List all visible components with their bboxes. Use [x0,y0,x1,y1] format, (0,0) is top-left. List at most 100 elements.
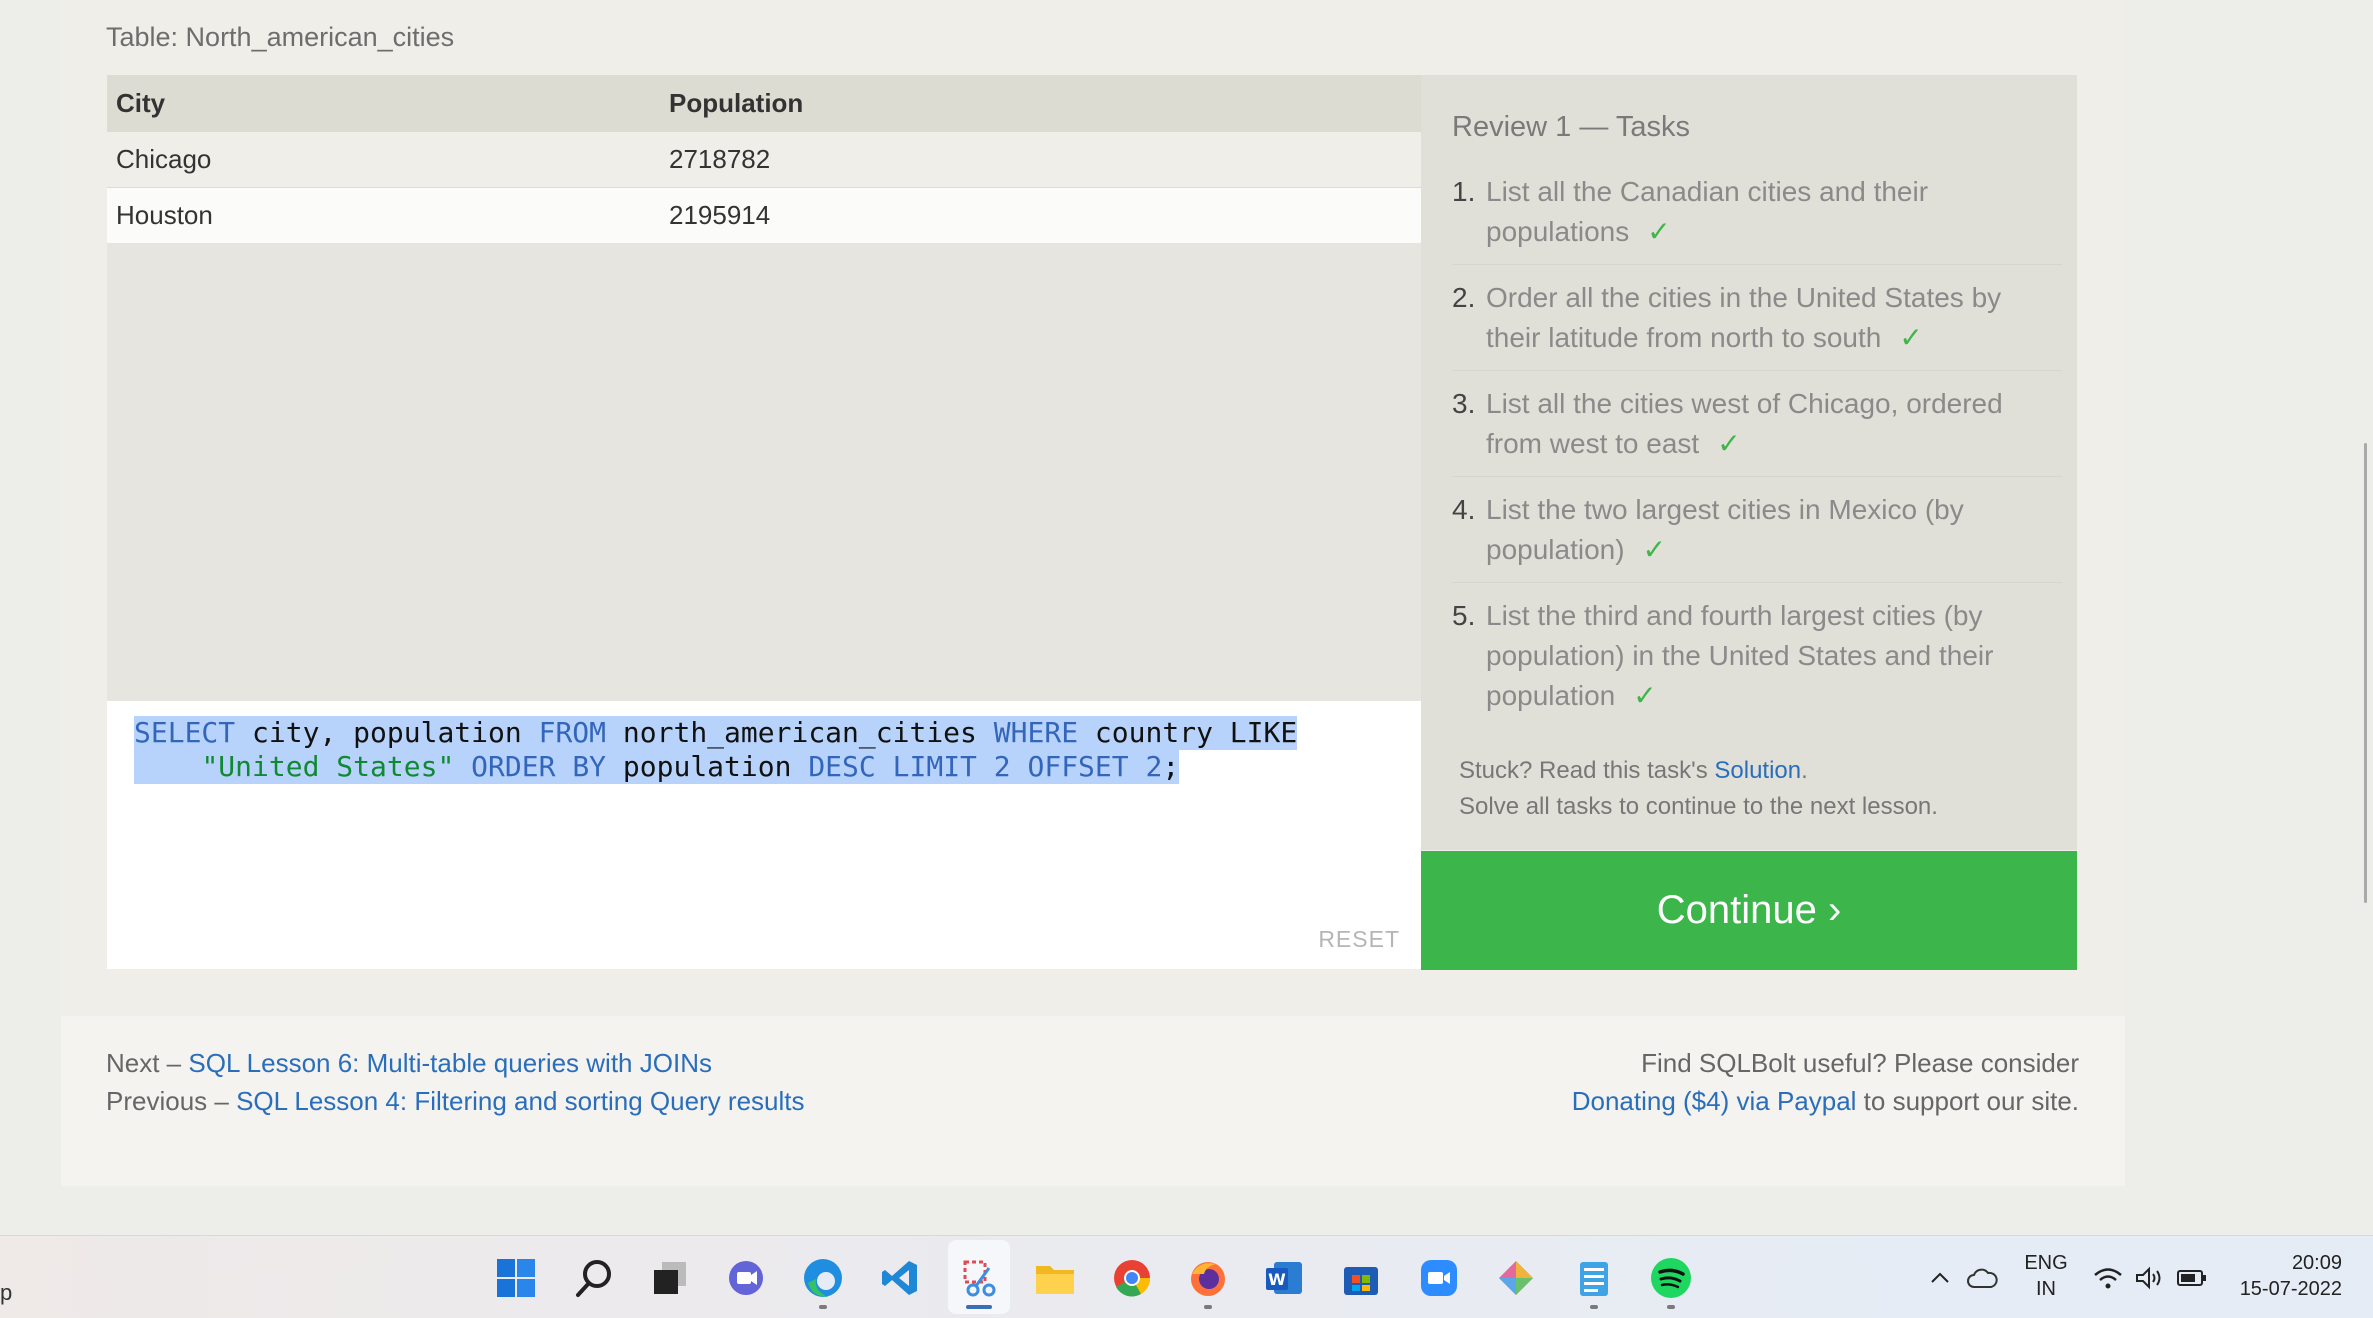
continue-button[interactable]: Continue › [1421,851,2077,970]
checkmark-icon: ✓ [1642,534,1667,565]
region-code: IN [2036,1278,2056,1300]
onedrive-icon[interactable] [1962,1258,2002,1298]
firefox-running-indicator [1204,1305,1212,1309]
sql-editor[interactable]: SELECT city, population FROM north_ameri… [107,701,1421,969]
notepad-icon[interactable] [1572,1256,1616,1300]
code-token: WHERE [993,716,1079,749]
checkmark-icon: ✓ [1717,428,1741,459]
next-lesson-link[interactable]: SQL Lesson 6: Multi-table queries with J… [188,1048,712,1078]
task-text: Order all the cities in the United State… [1486,282,2002,353]
task-item: 3. List all the cities west of Chicago, o… [1452,384,2062,477]
code-line-2: "United States" ORDER BY population DESC… [134,750,1180,784]
table-cell: Chicago [107,132,660,188]
language-indicator[interactable]: ENG IN [2020,1250,2072,1302]
previous-lesson-link[interactable]: SQL Lesson 4: Filtering and sorting Quer… [236,1086,804,1116]
task-number: 1. [1452,176,1476,207]
reset-button[interactable]: RESET [1318,926,1400,953]
table-cell: 2718782 [660,132,1421,188]
support-note: Find SQLBolt useful? Please consider Don… [1572,1044,2079,1120]
language-code: ENG [2024,1252,2068,1274]
code-token: ORDER BY [471,750,607,783]
sql-code[interactable]: SELECT city, population FROM north_ameri… [134,716,1298,784]
zoom-icon[interactable] [1417,1256,1461,1300]
code-line-1: SELECT city, population FROM north_ameri… [134,716,1298,750]
wifi-icon[interactable] [2088,1258,2128,1298]
spotify-running-indicator [1667,1305,1675,1309]
dev-tool-icon[interactable] [1494,1256,1538,1300]
table-header-row: City Population [107,75,1421,132]
lesson-navigation: Next – SQL Lesson 6: Multi-table queries… [106,1044,805,1120]
vscode-icon[interactable] [878,1256,922,1300]
code-token: north_american_cities [606,716,994,749]
clock-date: 15-07-2022 [2239,1278,2342,1300]
code-token: country LIKE [1078,716,1298,749]
code-token: ; [1162,750,1180,783]
volume-icon[interactable] [2130,1258,2170,1298]
search-icon[interactable] [572,1256,616,1300]
task-item: 5. List the third and fourth largest citi… [1452,596,2062,728]
column-header-city: City [107,75,660,132]
task-item: 4. List the two largest cities in Mexico … [1452,490,2062,583]
task-text: List all the cities west of Chicago, ord… [1486,388,2003,459]
task-number: 5. [1452,600,1476,631]
battery-icon[interactable] [2172,1258,2212,1298]
solve-note: Solve all tasks to continue to the next … [1459,793,1938,820]
task-number: 3. [1452,388,1476,419]
notepad-running-indicator [1590,1305,1598,1309]
table-cell: Houston [107,187,660,243]
taskbar: p W ENG IN 20:09 15-07-2022 [0,1235,2373,1318]
results-table: City Population Chicago 2718782 Houston … [107,75,1421,243]
checkmark-icon: ✓ [1647,216,1671,247]
checkmark-icon: ✓ [1633,680,1657,711]
clock[interactable]: 20:09 15-07-2022 [2222,1250,2342,1302]
task-text: List all the Canadian cities and their p… [1486,176,1929,247]
spotify-icon[interactable] [1649,1256,1693,1300]
prev-prefix: Previous – [106,1086,237,1116]
table-row: Chicago 2718782 [107,132,1421,188]
task-list: 1. List all the Canadian cities and their… [1452,172,2062,741]
page-scrollbar[interactable] [2364,443,2367,903]
solution-link[interactable]: Solution [1714,757,1801,784]
support-line: Find SQLBolt useful? Please consider [1641,1048,2079,1078]
snipping-tool-icon[interactable] [957,1256,1001,1300]
store-icon[interactable] [1339,1256,1383,1300]
task-item: 2. Order all the cities in the United Sta… [1452,278,2062,371]
task-number: 2. [1452,282,1476,313]
firefox-icon[interactable] [1186,1256,1230,1300]
edge-running-indicator [819,1305,827,1309]
table-row: Houston 2195914 [107,187,1421,243]
checkmark-icon: ✓ [1899,322,1923,353]
code-token: DESC LIMIT 2 OFFSET 2 [808,750,1163,783]
page-panel: Table: North_american_cities City Popula… [61,0,2125,1186]
word-icon[interactable]: W [1262,1256,1306,1300]
code-token: city, population [235,716,539,749]
task-view-icon[interactable] [648,1256,692,1300]
code-token: SELECT [134,716,236,749]
task-number: 4. [1452,494,1476,525]
next-prefix: Next – [106,1048,189,1078]
donate-suffix: to support our site. [1856,1086,2079,1116]
stuck-prefix: Stuck? Read this task's [1459,757,1715,784]
table-caption: Table: North_american_cities [106,22,455,52]
column-header-population: Population [660,75,1421,132]
donate-link[interactable]: Donating ($4) via Paypal [1572,1086,1857,1116]
task-item: 1. List all the Canadian cities and their… [1452,172,2062,265]
clock-time: 20:09 [2291,1252,2342,1274]
teams-chat-icon[interactable] [724,1256,768,1300]
query-results: City Population Chicago 2718782 Houston … [107,75,1421,701]
code-token: FROM [538,716,607,749]
chevron-up-icon[interactable] [1920,1258,1960,1298]
stuck-suffix: . [1801,757,1808,784]
file-explorer-icon[interactable] [1033,1256,1077,1300]
task-text: List the third and fourth largest cities… [1486,600,1994,711]
task-text: List the two largest cities in Mexico (b… [1486,494,1964,565]
taskbar-cut-label: p [0,1280,13,1305]
code-token: population [606,750,809,783]
svg-text:W: W [1268,1270,1286,1289]
edge-icon[interactable] [801,1256,845,1300]
active-app-indicator [966,1305,992,1309]
windows-start-icon[interactable] [494,1256,538,1300]
chrome-icon[interactable] [1110,1256,1154,1300]
tasks-title: Review 1 — Tasks [1452,111,1690,143]
